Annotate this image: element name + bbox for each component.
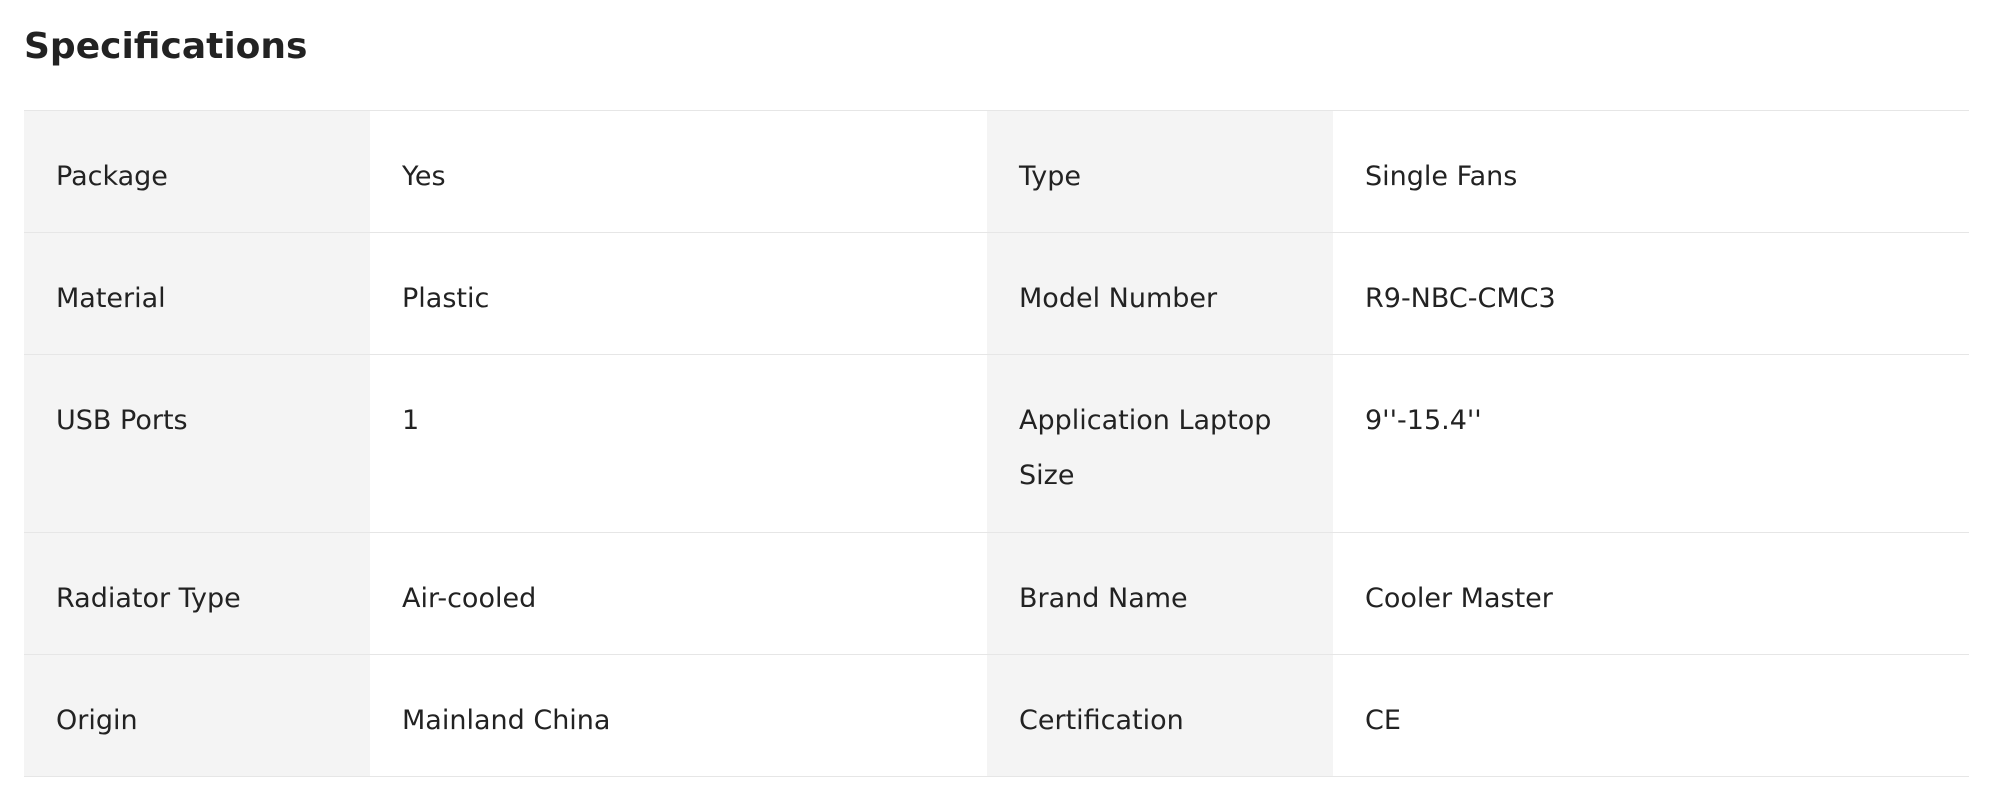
spec-key-package: Package xyxy=(24,111,370,232)
spec-value-brand-name: Cooler Master xyxy=(1333,533,1949,654)
spec-value-usb-ports: 1 xyxy=(370,355,987,532)
table-row: Origin Mainland China Certification CE xyxy=(24,655,1969,777)
page-title: Specifications xyxy=(24,26,308,67)
spec-value-application-laptop-size: 9''-15.4'' xyxy=(1333,355,1949,532)
spec-key-model-number: Model Number xyxy=(987,233,1333,354)
spec-value-radiator-type: Air-cooled xyxy=(370,533,987,654)
spec-key-radiator-type: Radiator Type xyxy=(24,533,370,654)
table-row: USB Ports 1 Application Laptop Size 9''-… xyxy=(24,355,1969,533)
spec-value-origin: Mainland China xyxy=(370,655,987,776)
spec-key-usb-ports: USB Ports xyxy=(24,355,370,532)
spec-value-certification: CE xyxy=(1333,655,1949,776)
specifications-table: Package Yes Type Single Fans Material Pl… xyxy=(24,110,1969,777)
spec-value-material: Plastic xyxy=(370,233,987,354)
spec-value-package: Yes xyxy=(370,111,987,232)
table-row: Material Plastic Model Number R9-NBC-CMC… xyxy=(24,233,1969,355)
table-row: Package Yes Type Single Fans xyxy=(24,111,1969,233)
spec-key-certification: Certification xyxy=(987,655,1333,776)
spec-key-brand-name: Brand Name xyxy=(987,533,1333,654)
table-row: Radiator Type Air-cooled Brand Name Cool… xyxy=(24,533,1969,655)
spec-value-type: Single Fans xyxy=(1333,111,1949,232)
spec-key-material: Material xyxy=(24,233,370,354)
spec-key-application-laptop-size: Application Laptop Size xyxy=(987,355,1333,532)
spec-value-model-number: R9-NBC-CMC3 xyxy=(1333,233,1949,354)
spec-key-origin: Origin xyxy=(24,655,370,776)
spec-key-type: Type xyxy=(987,111,1333,232)
